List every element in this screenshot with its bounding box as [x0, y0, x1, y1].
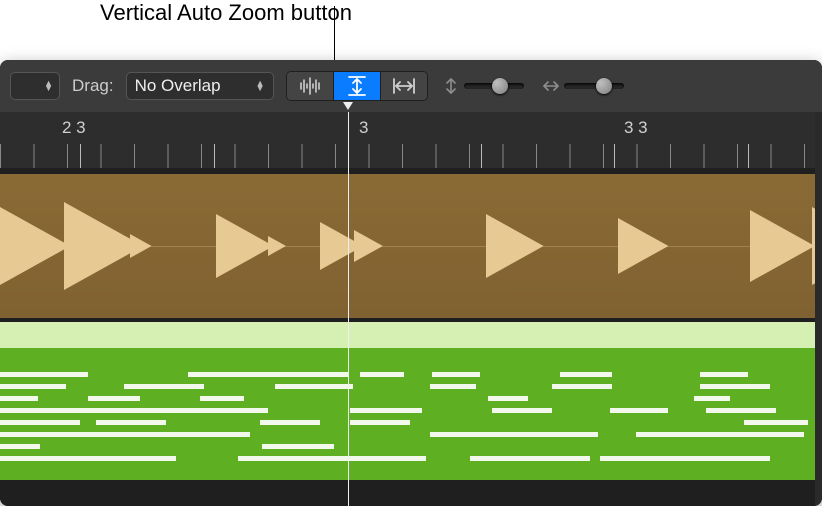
midi-note[interactable] — [124, 384, 204, 389]
horizontal-zoom-knob-icon — [596, 78, 612, 94]
vertical-zoom-knob-icon — [492, 78, 508, 94]
transient-marker-icon — [130, 234, 152, 258]
horizontal-zoom-slider[interactable] — [564, 83, 624, 89]
waveform-icon — [299, 77, 321, 95]
midi-note[interactable] — [350, 408, 422, 413]
midi-note[interactable] — [700, 384, 770, 389]
horizontal-zoom-icon-button[interactable] — [540, 72, 562, 100]
horizontal-auto-zoom-button[interactable] — [381, 72, 427, 100]
ruler-beat-tick — [614, 144, 615, 168]
drag-mode-label: Drag: — [72, 76, 114, 96]
midi-note[interactable] — [694, 396, 730, 401]
midi-note[interactable] — [262, 444, 334, 449]
callout-line — [334, 6, 335, 66]
waveform-zoom-button[interactable] — [287, 72, 334, 100]
midi-note[interactable] — [560, 372, 612, 377]
transient-marker-icon — [486, 214, 544, 278]
midi-note[interactable] — [350, 420, 410, 425]
midi-region[interactable] — [0, 322, 815, 480]
zoom-mode-segmented — [286, 71, 428, 101]
midi-note[interactable] — [430, 384, 476, 389]
transient-marker-icon — [0, 207, 70, 285]
transient-marker-icon — [750, 210, 815, 282]
midi-note[interactable] — [492, 408, 552, 413]
vertical-zoom-icon — [445, 77, 457, 95]
midi-note[interactable] — [0, 444, 40, 449]
tracks-area[interactable] — [0, 168, 815, 506]
vertical-auto-zoom-icon — [348, 76, 366, 96]
drag-mode-popup[interactable]: No Overlap ▲▼ — [126, 72, 274, 100]
midi-note[interactable] — [552, 384, 612, 389]
ruler-bar-label: 3 3 — [624, 118, 648, 138]
midi-note[interactable] — [470, 456, 590, 461]
midi-note[interactable] — [238, 456, 426, 461]
midi-note[interactable] — [360, 372, 404, 377]
ruler-bar-label: 2 3 — [62, 118, 86, 138]
horizontal-auto-zoom-icon — [393, 78, 415, 94]
transient-marker-icon — [618, 218, 668, 274]
popup-arrows-icon: ▲▼ — [256, 81, 265, 91]
popup-arrows-icon: ▲▼ — [44, 81, 53, 91]
ruler-subdivision-ticks — [0, 144, 815, 168]
ruler-beat-tick — [214, 144, 215, 168]
view-popup[interactable]: ▲▼ — [10, 72, 60, 100]
vertical-zoom-slider[interactable] — [464, 83, 524, 89]
midi-note[interactable] — [0, 384, 66, 389]
vertical-scrollbar[interactable] — [815, 112, 822, 506]
midi-note[interactable] — [488, 396, 528, 401]
midi-note[interactable] — [744, 420, 808, 425]
ruler-beat-tick — [748, 144, 749, 168]
horizontal-zoom-control — [540, 72, 628, 100]
vertical-auto-zoom-button[interactable] — [334, 72, 381, 100]
midi-note[interactable] — [430, 432, 598, 437]
callout-label: Vertical Auto Zoom button — [100, 0, 352, 26]
ruler-beat-tick — [481, 144, 482, 168]
midi-note[interactable] — [260, 420, 320, 425]
midi-note[interactable] — [700, 372, 748, 377]
midi-note[interactable] — [0, 396, 38, 401]
playhead[interactable] — [348, 112, 349, 506]
midi-note[interactable] — [188, 372, 348, 377]
transient-marker-icon — [268, 236, 286, 256]
ruler-bar-label: 3 — [359, 118, 368, 138]
midi-note[interactable] — [610, 408, 668, 413]
midi-note[interactable] — [706, 408, 776, 413]
midi-note[interactable] — [636, 432, 804, 437]
midi-note[interactable] — [600, 456, 770, 461]
horizontal-zoom-icon — [542, 80, 560, 92]
transient-marker-icon — [216, 214, 274, 278]
midi-note[interactable] — [275, 384, 353, 389]
midi-note[interactable] — [188, 408, 268, 413]
midi-note[interactable] — [88, 396, 140, 401]
editor-toolbar: ▲▼ Drag: No Overlap ▲▼ — [0, 60, 822, 113]
midi-note[interactable] — [0, 420, 80, 425]
midi-note-lane — [0, 348, 815, 480]
midi-note[interactable] — [432, 372, 480, 377]
transient-marker-icon — [354, 230, 383, 262]
vertical-zoom-icon-button[interactable] — [440, 72, 462, 100]
ruler-beat-tick — [80, 144, 81, 168]
midi-region-header — [0, 322, 815, 348]
audio-region[interactable] — [0, 174, 815, 318]
time-ruler[interactable]: 2 3 3 3 3 — [0, 112, 815, 169]
drag-mode-value: No Overlap — [135, 76, 221, 96]
midi-note[interactable] — [96, 420, 166, 425]
midi-note[interactable] — [0, 432, 250, 437]
midi-note[interactable] — [200, 396, 244, 401]
vertical-zoom-control — [440, 72, 528, 100]
midi-note[interactable] — [0, 456, 176, 461]
audio-editor-window: ▲▼ Drag: No Overlap ▲▼ — [0, 60, 822, 506]
midi-note[interactable] — [0, 372, 88, 377]
